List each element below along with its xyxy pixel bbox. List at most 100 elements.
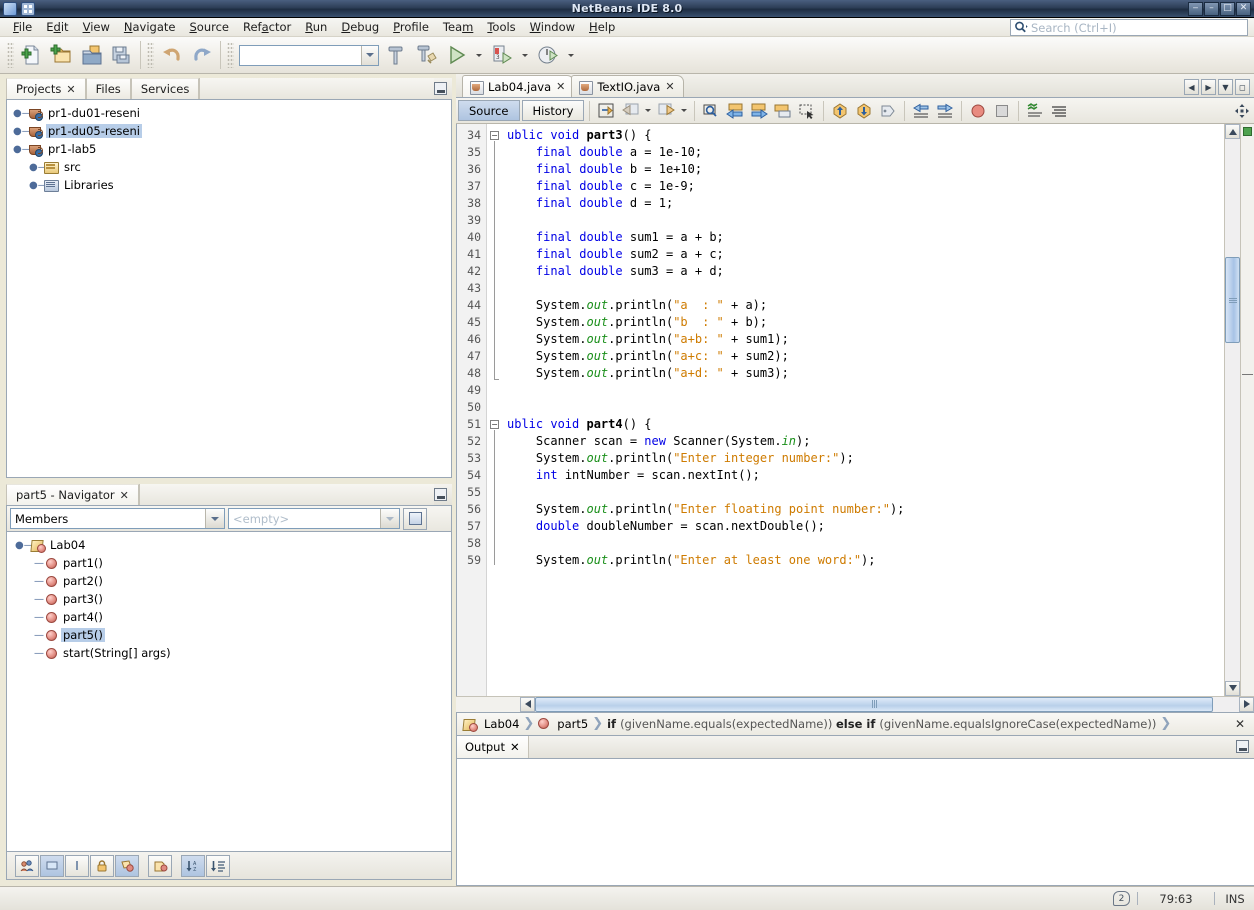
shift-line-left-icon[interactable] [910,100,932,122]
close-icon[interactable]: ✕ [665,80,674,93]
scroll-left-icon[interactable] [520,696,535,712]
tree-item-pr1-du01-reseni[interactable]: ●— pr1-du01-reseni [11,104,451,122]
new-project-icon[interactable] [47,40,77,70]
debug-project-icon[interactable]: 3 [487,40,517,70]
show-inner-classes-icon[interactable] [148,854,172,877]
sidebar-tab-projects[interactable]: Projects ✕ [6,78,86,99]
tab-history[interactable]: History [521,100,585,121]
scroll-tabs-right-icon[interactable]: ▶ [1201,79,1216,95]
vertical-scroll-thumb[interactable] [1225,257,1240,343]
menu-view[interactable]: View [76,18,117,36]
toggle-breakpoint-icon[interactable] [967,100,989,122]
close-icon[interactable]: ✕ [66,83,75,96]
back-dropdown-icon[interactable] [643,100,653,122]
find-selection-icon[interactable] [700,100,722,122]
minimize-button[interactable]: – [1204,1,1219,16]
menu-refactor[interactable]: Refactor [236,18,298,36]
nav-item-part4[interactable]: — part4() [13,608,451,626]
maximize-button[interactable]: □ [1220,1,1235,16]
run-project-dropdown-icon[interactable] [471,40,487,70]
horizontal-scroll-thumb[interactable] [535,696,1213,712]
chevron-down-icon[interactable] [205,509,224,528]
navigator-filter-combo[interactable]: <empty> [228,508,400,529]
last-edit-position-icon[interactable] [595,100,617,122]
show-inherited-members-icon[interactable] [15,854,39,877]
breadcrumb-close-button[interactable]: ✕ [1235,717,1250,731]
expander-collapsed-icon[interactable]: ●— [29,180,48,191]
new-file-icon[interactable] [17,40,47,70]
format-icon[interactable] [1048,100,1070,122]
open-project-icon[interactable] [77,40,107,70]
menu-team[interactable]: Team [436,18,480,36]
fold-toggle-part4-icon[interactable]: − [490,420,499,429]
sort-alphabetically-icon[interactable]: A Z [181,854,205,877]
find-next-icon[interactable] [748,100,770,122]
tree-item-pr1-du05-reseni[interactable]: ●— pr1-du05-reseni [11,122,451,140]
shift-line-right-icon[interactable] [934,100,956,122]
show-static-members-icon[interactable] [115,854,139,877]
code-text-area[interactable]: ublic void part3() { final double a = 1e… [503,124,1224,696]
projects-tree-panel[interactable]: ●— pr1-du01-reseni ●— pr1-du05-reseni ●— [6,100,452,478]
projects-minimize-button[interactable] [434,82,447,95]
tab-list-icon[interactable]: ▼ [1218,79,1233,95]
scroll-up-icon[interactable] [1225,124,1240,139]
tree-item-src[interactable]: ●— src [11,158,451,176]
output-console[interactable] [456,758,1254,886]
forward-dropdown-icon[interactable] [679,100,689,122]
toolbar-grip-edit[interactable] [147,42,154,68]
tab-source[interactable]: Source [458,100,520,121]
profile-project-dropdown-icon[interactable] [563,40,579,70]
error-stripe-column[interactable] [1240,124,1254,696]
navigator-tab[interactable]: part5 - Navigator ✕ [6,484,139,505]
editor-tab-lab04[interactable]: Lab04.java ✕ [462,75,575,97]
editor-tab-textio[interactable]: TextIO.java ✕ [571,75,684,97]
sort-by-source-icon[interactable] [206,854,230,877]
close-icon[interactable]: ✕ [510,740,520,754]
breadcrumb-item-method[interactable]: part5 [557,717,588,731]
menu-window[interactable]: Window [523,18,582,36]
menu-debug[interactable]: Debug [334,18,386,36]
scroll-tabs-left-icon[interactable]: ◀ [1184,79,1199,95]
nav-item-lab04[interactable]: ●— Lab04 [13,536,451,554]
maximize-window-icon[interactable]: ◻ [1235,79,1250,95]
scroll-down-icon[interactable] [1225,680,1240,696]
expand-editor-icon[interactable] [1233,102,1251,120]
navigator-minimize-button[interactable] [434,488,447,501]
nav-item-start[interactable]: — start(String[] args) [13,644,451,662]
sidebar-tab-services[interactable]: Services [130,78,200,99]
diff-icon[interactable] [1024,100,1046,122]
expander-expanded-icon[interactable]: ●— [15,540,34,551]
toggle-bookmark-icon[interactable] [877,100,899,122]
menu-profile[interactable]: Profile [386,18,436,36]
build-project-icon[interactable] [381,40,411,70]
forward-icon[interactable] [655,100,677,122]
notifications-badge[interactable]: 2 [1113,891,1130,906]
menu-run[interactable]: Run [298,18,334,36]
code-folding-column[interactable]: − − [487,124,503,696]
chevron-down-icon[interactable] [361,45,378,65]
nav-item-part2[interactable]: — part2() [13,572,451,590]
output-tab[interactable]: Output ✕ [457,735,529,758]
scroll-right-icon[interactable] [1239,696,1254,712]
back-icon[interactable] [619,100,641,122]
stop-icon[interactable] [991,100,1013,122]
editor-horizontal-scrollbar[interactable] [456,695,1254,712]
tree-item-pr1-lab5[interactable]: ●— pr1-lab5 [11,140,451,158]
next-bookmark-icon[interactable] [853,100,875,122]
chevron-down-icon[interactable] [380,509,399,528]
tree-item-libraries[interactable]: ●— Libraries [11,176,451,194]
menu-edit[interactable]: Edit [39,18,75,36]
debug-project-dropdown-icon[interactable] [517,40,533,70]
toggle-rectangular-selection-icon[interactable] [796,100,818,122]
nav-item-part1[interactable]: — part1() [13,554,451,572]
find-previous-icon[interactable] [724,100,746,122]
menu-tools[interactable]: Tools [480,18,522,36]
navigator-scope-combo[interactable]: Members [10,508,225,529]
horizontal-scroll-track[interactable] [535,696,1239,712]
editor-vertical-scrollbar[interactable] [1224,124,1240,696]
toggle-highlight-search-icon[interactable] [772,100,794,122]
show-fields-icon[interactable] [40,854,64,877]
show-non-public-members-icon[interactable] [90,854,114,877]
clean-and-build-icon[interactable] [411,40,441,70]
output-minimize-button[interactable] [1236,739,1249,753]
